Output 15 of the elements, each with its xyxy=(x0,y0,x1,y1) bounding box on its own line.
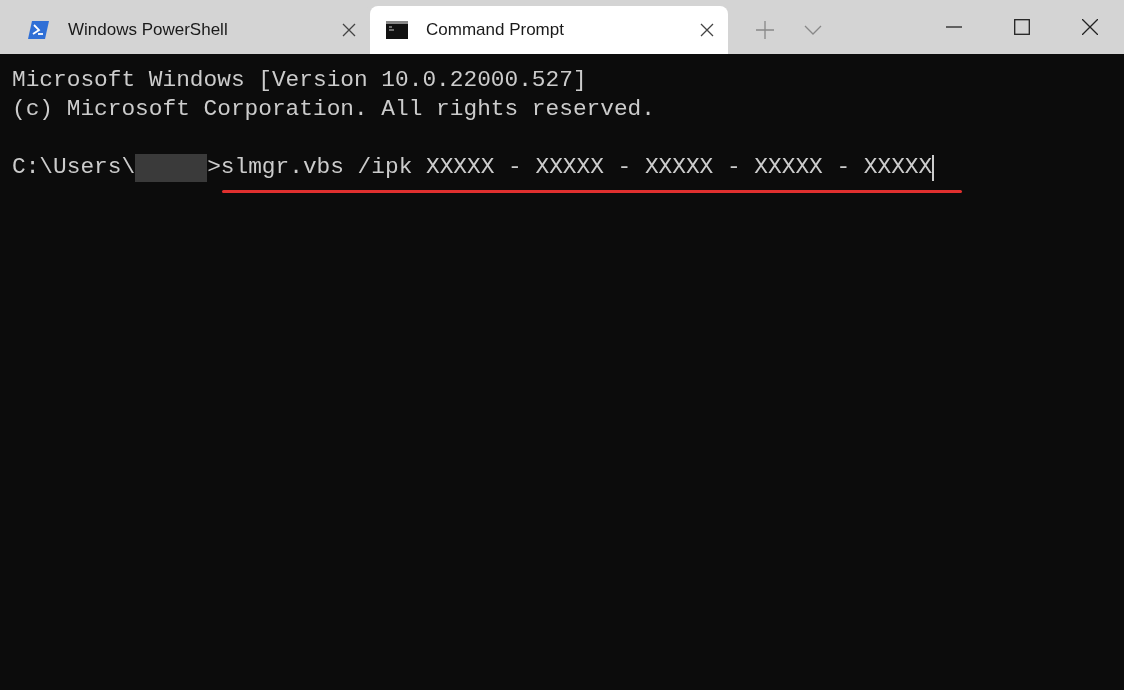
minimize-icon xyxy=(946,26,962,28)
close-icon[interactable] xyxy=(700,23,714,37)
close-icon[interactable] xyxy=(342,23,356,37)
text-cursor xyxy=(932,154,935,181)
console-icon xyxy=(386,21,408,39)
terminal-line: Microsoft Windows [Version 10.0.22000.527] xyxy=(12,66,587,95)
tab[interactable]: Command Prompt xyxy=(370,6,728,54)
terminal-line: (c) Microsoft Corporation. All rights reserved. xyxy=(12,95,655,124)
command-text: >slmgr.vbs /ipk XXXXX - XXXXX - XXXXX - XXXXX - XXXXX xyxy=(207,153,933,182)
maximize-icon xyxy=(1014,19,1030,35)
tab-title: Windows PowerShell xyxy=(68,19,229,42)
terminal-icon xyxy=(28,21,50,39)
close-icon xyxy=(1082,19,1098,35)
tab-title: Command Prompt xyxy=(426,19,565,42)
prompt-path: C:\Users\ xyxy=(12,153,136,182)
